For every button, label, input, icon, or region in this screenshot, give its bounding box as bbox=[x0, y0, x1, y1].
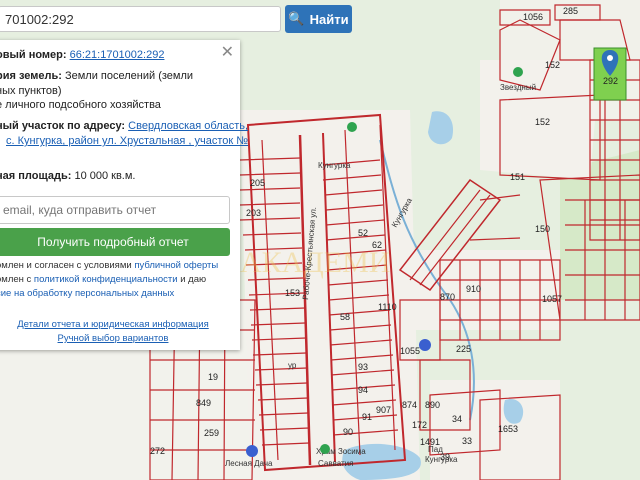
parcel-number-label: 62 bbox=[372, 240, 382, 250]
category-label: рия земель: bbox=[0, 70, 62, 82]
parcel-number-label: 285 bbox=[563, 6, 578, 16]
parcel-number-label: 225 bbox=[456, 344, 471, 354]
parcel-info-panel: ✕ овый номер: 66:21:1701002:292 рия земе… bbox=[0, 40, 248, 350]
parcel-number-label: 1056 bbox=[523, 12, 543, 22]
place-name-label: ур bbox=[288, 361, 297, 370]
parcel-number-label: 91 bbox=[362, 412, 372, 422]
email-field[interactable] bbox=[0, 196, 230, 224]
area-value: 10 000 кв.м. bbox=[74, 170, 136, 182]
offer-link[interactable]: публичной оферты bbox=[134, 260, 218, 271]
cadastral-link[interactable]: 66:21:1701002:292 bbox=[70, 49, 165, 61]
address-link-cont[interactable]: с. Кунгурка, район ул. Хрустальная , уча… bbox=[6, 135, 248, 147]
parcel-number-label: 1653 bbox=[498, 424, 518, 434]
get-report-button[interactable]: Получить подробный отчет bbox=[0, 228, 230, 256]
parcel-number-label: 90 bbox=[343, 427, 353, 437]
parcel-number-label: 93 bbox=[358, 362, 368, 372]
search-icon: 🔍 bbox=[288, 11, 305, 26]
parcel-number-label: 58 bbox=[340, 312, 350, 322]
parcel-number-label: 152 bbox=[535, 117, 550, 127]
parcel-number-label: 33 bbox=[462, 436, 472, 446]
parcel-number-label: 870 bbox=[440, 292, 455, 302]
parcel-number-label: 907 bbox=[376, 405, 391, 415]
place-name-label: Кунгурка bbox=[318, 161, 351, 170]
manual-choice-link[interactable]: Ручной выбор вариантов bbox=[58, 333, 169, 344]
parcel-number-label: 150 bbox=[535, 224, 550, 234]
bus-stop-icon[interactable] bbox=[419, 339, 431, 351]
privacy-text: омлен с bbox=[0, 274, 32, 285]
close-icon[interactable]: ✕ bbox=[221, 42, 234, 62]
parcel-number-label: 259 bbox=[204, 428, 219, 438]
svg-text:АКАДЕМИ: АКАДЕМИ bbox=[240, 246, 390, 279]
privacy-link[interactable]: политикой конфиденциальности bbox=[34, 274, 178, 285]
parcel-number-label: 94 bbox=[358, 385, 368, 395]
parcel-number-label: 849 bbox=[196, 398, 211, 408]
parcel-number-label: 52 bbox=[358, 228, 368, 238]
personal-data-link[interactable]: сие на обработку персональных данных bbox=[0, 288, 174, 299]
category-value: Земли поселений (земли bbox=[64, 70, 194, 82]
place-name-label: Пад bbox=[428, 445, 443, 454]
privacy-text-end: и даю bbox=[177, 274, 207, 285]
parcel-number-label: 34 bbox=[452, 414, 462, 424]
parcel-number-label: 151 bbox=[510, 172, 525, 182]
parcel-number-label: 172 bbox=[412, 420, 427, 430]
report-details-link[interactable]: Детали отчета и юридическая информация bbox=[17, 319, 209, 330]
parcel-number-label: 1057 bbox=[542, 294, 562, 304]
parcel-number-label: 205 bbox=[250, 178, 265, 188]
search-button-label: Найти bbox=[309, 11, 349, 27]
parcel-number-label: 272 bbox=[150, 446, 165, 456]
parcel-number-label: 890 bbox=[425, 400, 440, 410]
poi-icon[interactable] bbox=[347, 122, 357, 132]
consent-text: омлен и согласен с условиями bbox=[0, 260, 135, 271]
parcel-number-label: 19 bbox=[208, 372, 218, 382]
permitted-use-value: е личного подсобного хозяйства bbox=[0, 99, 161, 111]
place-name-label: Лесная Дача bbox=[225, 459, 273, 468]
parcel-number-label: 1110 bbox=[378, 302, 397, 312]
search-input[interactable] bbox=[0, 6, 281, 32]
parcel-number-label: 1055 bbox=[400, 346, 420, 356]
cadastral-label: овый номер: bbox=[0, 49, 67, 61]
parcel-number-label: 874 bbox=[402, 400, 417, 410]
marker-label: 292 bbox=[603, 76, 618, 86]
place-name-label: Звездный bbox=[500, 83, 536, 92]
bus-stop-icon[interactable] bbox=[246, 445, 258, 457]
parcel-number-label: 152 bbox=[545, 60, 560, 70]
parcel-number-label: 203 bbox=[246, 208, 261, 218]
church-icon[interactable] bbox=[320, 444, 330, 454]
search-button[interactable]: 🔍 Найти bbox=[285, 5, 352, 33]
place-name-label: Кунгурка bbox=[425, 455, 458, 464]
area-label: ная площадь: bbox=[0, 170, 72, 182]
parcel-number-label: 153 bbox=[285, 288, 300, 298]
place-name-label: Савватия bbox=[318, 459, 353, 468]
poi-icon[interactable] bbox=[513, 67, 523, 77]
parcel-number-label: 910 bbox=[466, 284, 481, 294]
address-label: ный участок по адресу: bbox=[0, 120, 126, 132]
address-link[interactable]: Свердловская область, bbox=[128, 120, 248, 132]
